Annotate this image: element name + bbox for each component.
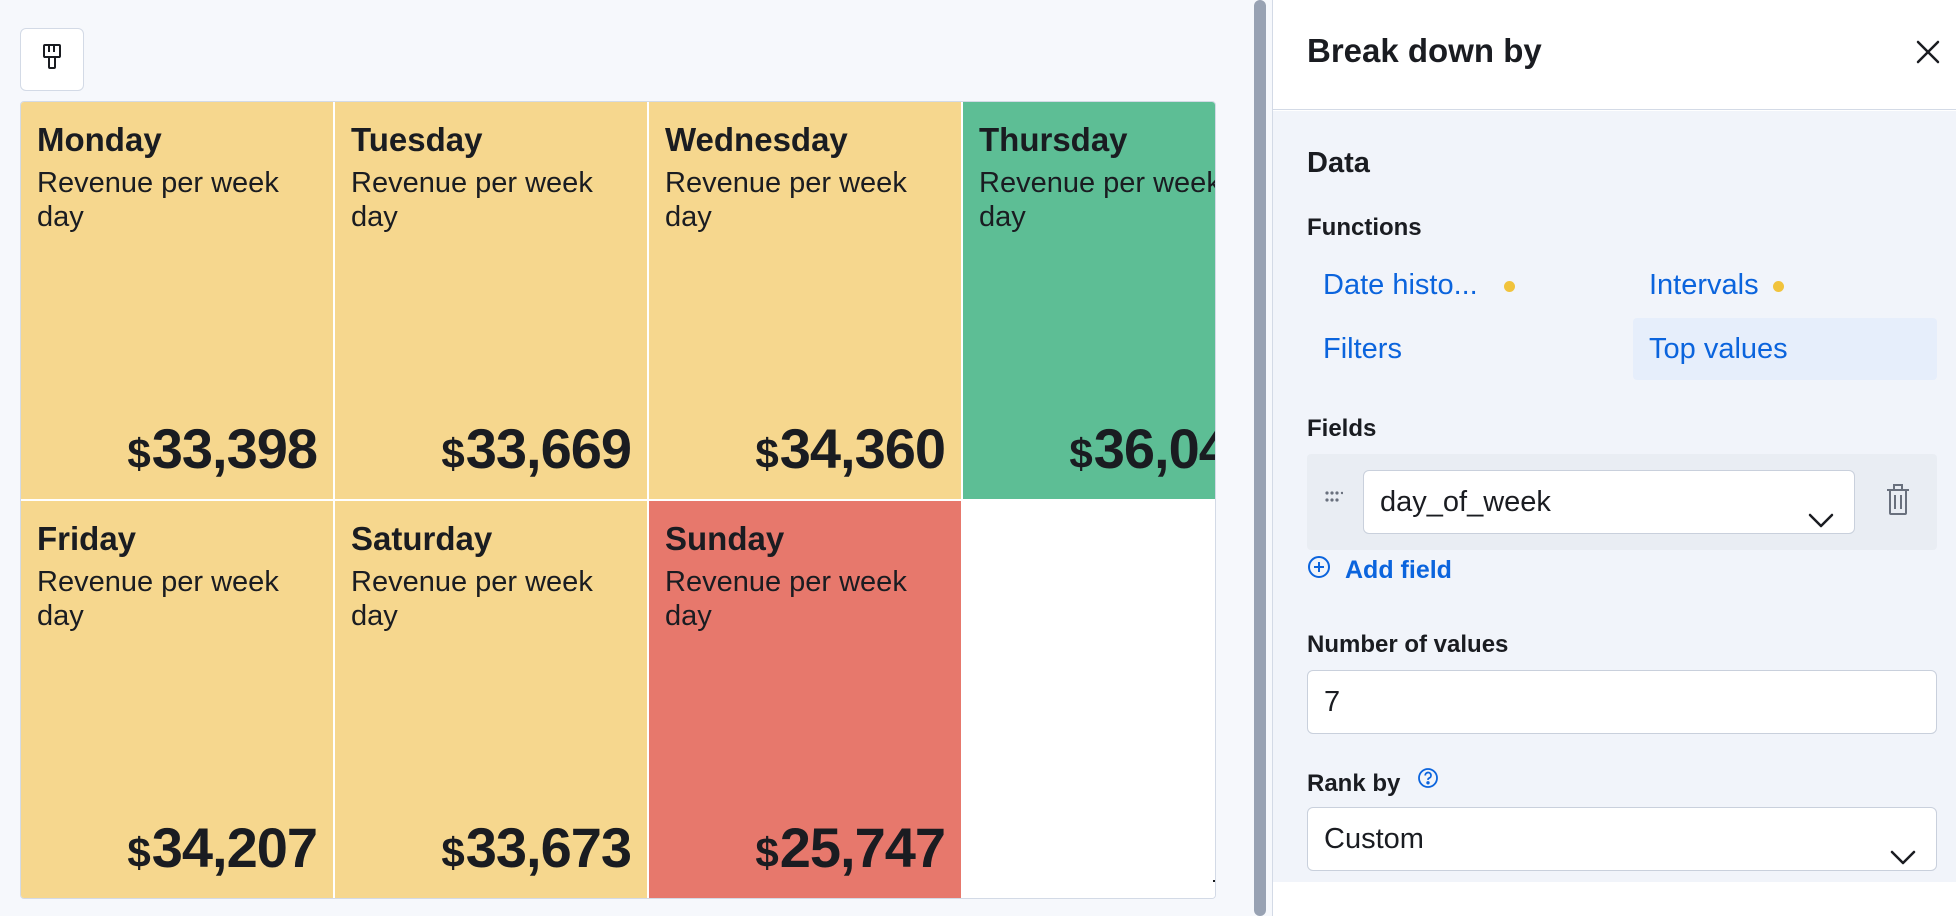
field-select[interactable]: day_of_week bbox=[1363, 470, 1855, 534]
metric-tile-friday[interactable]: Friday Revenue per week day $34,207 bbox=[21, 501, 333, 898]
function-label: Filters bbox=[1323, 333, 1402, 365]
trash-icon[interactable] bbox=[1885, 484, 1911, 521]
fields-label: Fields bbox=[1307, 415, 1377, 442]
function-label: Date histo... bbox=[1323, 269, 1478, 301]
currency-symbol: $ bbox=[441, 829, 464, 876]
tile-value: $34,360 bbox=[755, 416, 946, 481]
rank-by-label: Rank by bbox=[1307, 767, 1439, 798]
metric-grid: Monday Revenue per week day $33,398 Tues… bbox=[20, 101, 1216, 899]
empty-tile-dash bbox=[1213, 880, 1215, 882]
field-row: day_of_week bbox=[1307, 454, 1937, 550]
tile-title: Wednesday bbox=[665, 121, 848, 158]
function-label: Intervals bbox=[1649, 269, 1759, 301]
currency-symbol: $ bbox=[441, 430, 464, 477]
metric-tile-tuesday[interactable]: Tuesday Revenue per week day $33,669 bbox=[335, 102, 647, 499]
metric-tile-saturday[interactable]: Saturday Revenue per week day $33,673 bbox=[335, 501, 647, 898]
function-label: Top values bbox=[1649, 333, 1788, 365]
metric-tile-monday[interactable]: Monday Revenue per week day $33,398 bbox=[21, 102, 333, 499]
number-of-values-label: Number of values bbox=[1307, 631, 1509, 658]
metric-tile-wednesday[interactable]: Wednesday Revenue per week day $34,360 bbox=[649, 102, 961, 499]
currency-symbol: $ bbox=[127, 829, 150, 876]
functions-label: Functions bbox=[1307, 214, 1422, 241]
tile-subtitle: Revenue per week day bbox=[665, 565, 907, 632]
currency-symbol: $ bbox=[127, 430, 150, 477]
tile-value-number: 36,043 bbox=[1093, 417, 1215, 480]
tile-value-number: 34,207 bbox=[151, 816, 318, 879]
tile-title: Sunday bbox=[665, 520, 785, 557]
flyout-header: Break down by bbox=[1273, 0, 1956, 110]
tile-value-number: 33,398 bbox=[151, 417, 318, 480]
tile-subtitle: Revenue per week day bbox=[351, 565, 593, 632]
tile-subtitle: Revenue per week day bbox=[37, 166, 279, 233]
tile-subtitle: Revenue per week day bbox=[351, 166, 593, 233]
tile-value-number: 34,360 bbox=[779, 417, 946, 480]
currency-symbol: $ bbox=[1069, 430, 1092, 477]
chevron-down-icon bbox=[1890, 828, 1916, 890]
rank-by-label-text: Rank by bbox=[1307, 770, 1401, 797]
tile-title: Thursday bbox=[979, 121, 1128, 158]
chevron-down-icon bbox=[1808, 491, 1834, 553]
incompatible-dot-icon bbox=[1772, 280, 1784, 292]
tile-value: $25,747 bbox=[755, 815, 946, 880]
rank-by-select[interactable]: Custom bbox=[1307, 807, 1937, 871]
help-icon[interactable] bbox=[1417, 767, 1439, 796]
tile-title: Tuesday bbox=[351, 121, 483, 158]
function-date-histogram[interactable]: Date histo... bbox=[1307, 254, 1627, 316]
empty-tile bbox=[963, 501, 1215, 898]
metric-tile-thursday[interactable]: Thursday Revenue per week day $36,043 bbox=[963, 102, 1216, 499]
tile-value-number: 33,669 bbox=[465, 417, 632, 480]
paintbrush-icon bbox=[41, 43, 63, 76]
plus-circle-icon bbox=[1307, 555, 1331, 586]
currency-symbol: $ bbox=[755, 829, 778, 876]
tile-value: $33,673 bbox=[441, 815, 632, 880]
function-top-values[interactable]: Top values bbox=[1633, 318, 1937, 380]
function-filters[interactable]: Filters bbox=[1307, 318, 1627, 380]
metric-tile-sunday[interactable]: Sunday Revenue per week day $25,747 bbox=[649, 501, 961, 898]
tile-subtitle: Revenue per week day bbox=[979, 166, 1216, 233]
add-field-button[interactable]: Add field bbox=[1307, 555, 1452, 586]
tile-title: Saturday bbox=[351, 520, 493, 557]
tile-subtitle: Revenue per week day bbox=[665, 166, 907, 233]
tile-value-number: 33,673 bbox=[465, 816, 632, 879]
tile-title: Friday bbox=[37, 520, 137, 557]
data-section-title: Data bbox=[1307, 147, 1370, 179]
close-icon bbox=[1910, 40, 1946, 74]
tile-value-number: 25,747 bbox=[779, 816, 946, 879]
tile-value: $33,669 bbox=[441, 416, 632, 481]
panel-resize-handle[interactable] bbox=[1254, 0, 1266, 916]
function-intervals[interactable]: Intervals bbox=[1633, 254, 1937, 316]
close-button[interactable] bbox=[1910, 34, 1946, 70]
rank-by-value: Custom bbox=[1324, 823, 1424, 855]
currency-symbol: $ bbox=[755, 430, 778, 477]
tile-value: $33,398 bbox=[127, 416, 318, 481]
tile-title: Monday bbox=[37, 121, 162, 158]
field-select-value: day_of_week bbox=[1380, 486, 1551, 518]
break-down-flyout: Break down by Data Functions Date histo.… bbox=[1272, 0, 1956, 916]
style-brush-button[interactable] bbox=[20, 28, 84, 91]
tile-value: $36,043 bbox=[1069, 416, 1215, 481]
flyout-body: Data Functions Date histo... Intervals F… bbox=[1273, 111, 1956, 882]
tile-value: $34,207 bbox=[127, 815, 318, 880]
number-of-values-input[interactable]: 7 bbox=[1307, 670, 1937, 734]
visualization-workspace: Monday Revenue per week day $33,398 Tues… bbox=[0, 0, 1256, 916]
drag-handle-icon[interactable] bbox=[1325, 490, 1344, 509]
flyout-title: Break down by bbox=[1307, 32, 1542, 69]
tile-subtitle: Revenue per week day bbox=[37, 565, 279, 632]
incompatible-dot-icon bbox=[1503, 280, 1515, 292]
add-field-label: Add field bbox=[1345, 556, 1452, 584]
